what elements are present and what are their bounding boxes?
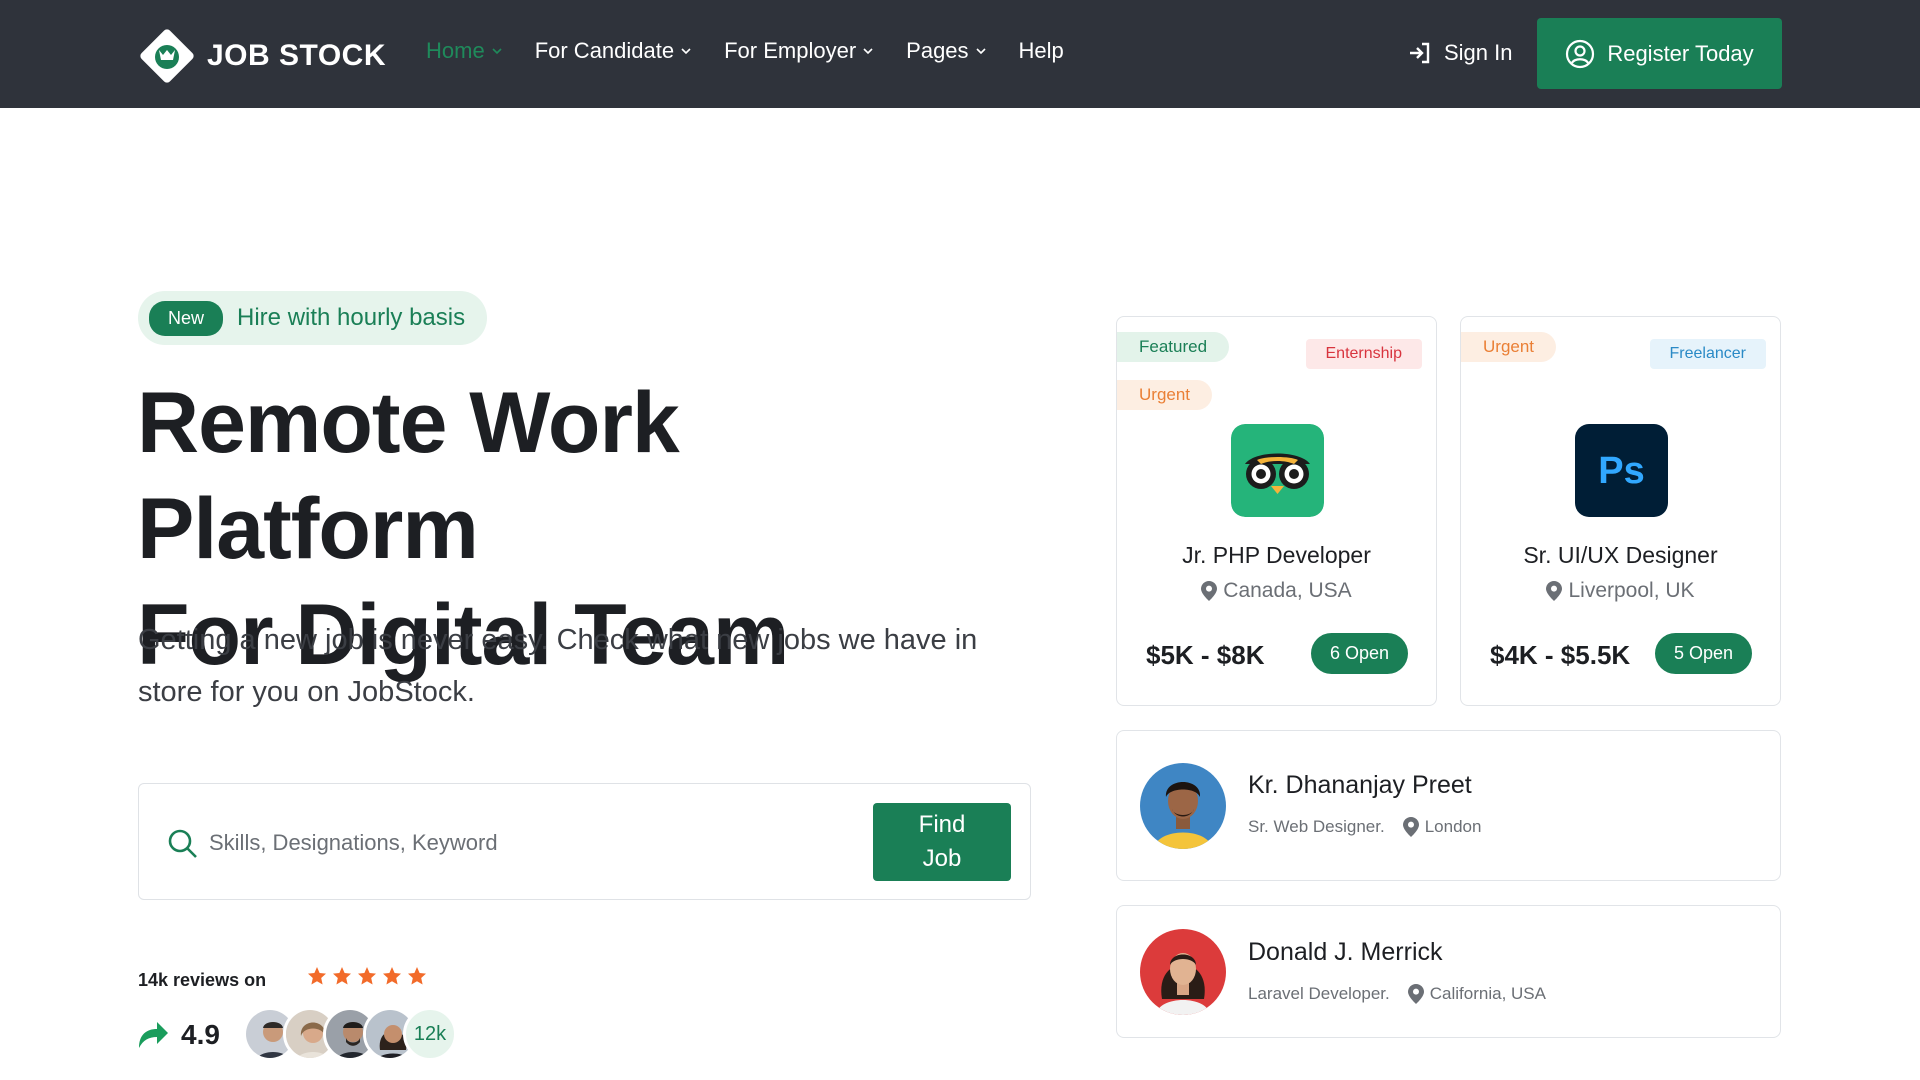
candidate-location: London [1402, 817, 1482, 837]
location-pin-icon [1402, 817, 1419, 837]
nav-item-label: Help [1018, 38, 1064, 63]
photoshop-icon: Ps [1575, 424, 1668, 517]
sign-in-label: Sign In [1444, 40, 1513, 65]
photoshop-logo-text: Ps [1598, 450, 1644, 492]
nav-item-help[interactable]: Help [1019, 38, 1064, 64]
star-rating [307, 966, 427, 986]
tripadvisor-owl-icon [1231, 424, 1324, 517]
brand-name: JOB STOCK [207, 39, 386, 72]
job-title: Sr. UI/UX Designer [1523, 542, 1718, 568]
share-arrow-icon [139, 1022, 168, 1048]
avatar [1140, 929, 1226, 1015]
candidate-card[interactable]: Donald J. Merrick Laravel Developer. Cal… [1116, 905, 1781, 1038]
hero-title-line-1: Remote Work Platform [137, 375, 680, 577]
logo-icon [140, 29, 194, 83]
job-location: Liverpool, UK [1461, 579, 1780, 603]
chevron-down-icon [492, 48, 502, 55]
location-pin-icon [1546, 581, 1563, 601]
sign-in-icon [1410, 42, 1430, 64]
badge-text: Hire with hourly basis [237, 304, 466, 331]
nav-item-home[interactable]: Home [426, 38, 503, 64]
star-icon [333, 967, 351, 985]
candidate-name: Donald J. Merrick [1248, 938, 1443, 966]
job-search-form: Find Job [138, 783, 1031, 900]
open-positions-button[interactable]: 5 Open [1654, 633, 1752, 674]
register-label: Register Today [1607, 40, 1754, 66]
announcement-badge: New Hire with hourly basis [138, 291, 488, 345]
sign-in-link[interactable]: Sign In [1408, 40, 1513, 66]
job-card[interactable]: Urgent Freelancer Ps Sr. UI/UX Designer … [1460, 316, 1781, 706]
register-button[interactable]: Register Today [1537, 18, 1782, 89]
star-icon [383, 967, 401, 985]
candidate-name: Kr. Dhananjay Preet [1248, 771, 1472, 799]
top-navbar: JOB STOCK Home For Candidate For Employe… [0, 0, 1920, 108]
candidate-card[interactable]: Kr. Dhananjay Preet Sr. Web Designer. Lo… [1116, 730, 1781, 881]
rating-value: 4.9 [181, 1019, 220, 1050]
candidate-location-text: California, USA [1429, 984, 1546, 1003]
hero-subtitle: Getting a new job is never easy. Check w… [138, 624, 978, 708]
job-type-tag: Enternship [1305, 339, 1422, 369]
open-positions-button[interactable]: 6 Open [1310, 633, 1408, 674]
candidate-meta: Laravel Developer. California, USA [1248, 984, 1546, 1004]
candidate-role: Sr. Web Designer. [1248, 817, 1385, 836]
nav-item-for-candidate[interactable]: For Candidate [535, 38, 692, 64]
chevron-down-icon [863, 48, 873, 55]
nav-item-label: For Candidate [534, 38, 675, 63]
job-location-text: Liverpool, UK [1568, 579, 1695, 602]
job-salary: $4K - $5.5K [1490, 640, 1631, 670]
find-job-button[interactable]: Find Job [873, 803, 1011, 881]
avatar [1140, 763, 1226, 849]
urgent-tag: Urgent [1461, 332, 1557, 362]
urgent-tag: Urgent [1117, 380, 1213, 410]
job-salary: $5K - $8K [1146, 640, 1265, 670]
star-icon [358, 967, 376, 985]
star-icon [408, 967, 426, 985]
chevron-down-icon [681, 48, 691, 55]
candidate-location-text: London [1424, 817, 1482, 836]
nav-item-pages[interactable]: Pages [906, 38, 986, 64]
job-card[interactable]: Featured Urgent Enternship Jr. PHP Devel… [1116, 316, 1437, 706]
nav-item-label: For Employer [724, 38, 857, 63]
job-location: Canada, USA [1117, 579, 1436, 603]
new-badge: New [149, 300, 224, 336]
chevron-down-icon [975, 48, 986, 55]
location-pin-icon [1407, 984, 1424, 1004]
reviewer-count: 12k [403, 1007, 457, 1061]
reviews-label: 14k reviews on [138, 970, 267, 990]
location-pin-icon [1201, 581, 1218, 601]
reviewer-avatars: 12k [243, 1007, 457, 1061]
user-circle-icon [1566, 39, 1595, 68]
search-input[interactable] [209, 820, 769, 866]
job-type-tag: Freelancer [1649, 339, 1766, 369]
star-icon [308, 967, 326, 985]
featured-tag: Featured [1117, 332, 1230, 362]
search-icon [168, 829, 197, 858]
nav-item-for-employer[interactable]: For Employer [724, 38, 874, 64]
candidate-location: California, USA [1407, 984, 1546, 1004]
candidate-role: Laravel Developer. [1248, 984, 1390, 1003]
candidate-meta: Sr. Web Designer. London [1248, 817, 1481, 837]
job-title: Jr. PHP Developer [1182, 542, 1371, 568]
main-nav: Home For Candidate For Employer Pages He… [426, 38, 1096, 64]
job-location-text: Canada, USA [1223, 579, 1352, 602]
brand-logo[interactable]: JOB STOCK [137, 26, 386, 86]
nav-item-label: Home [426, 38, 485, 63]
nav-item-label: Pages [906, 38, 969, 63]
